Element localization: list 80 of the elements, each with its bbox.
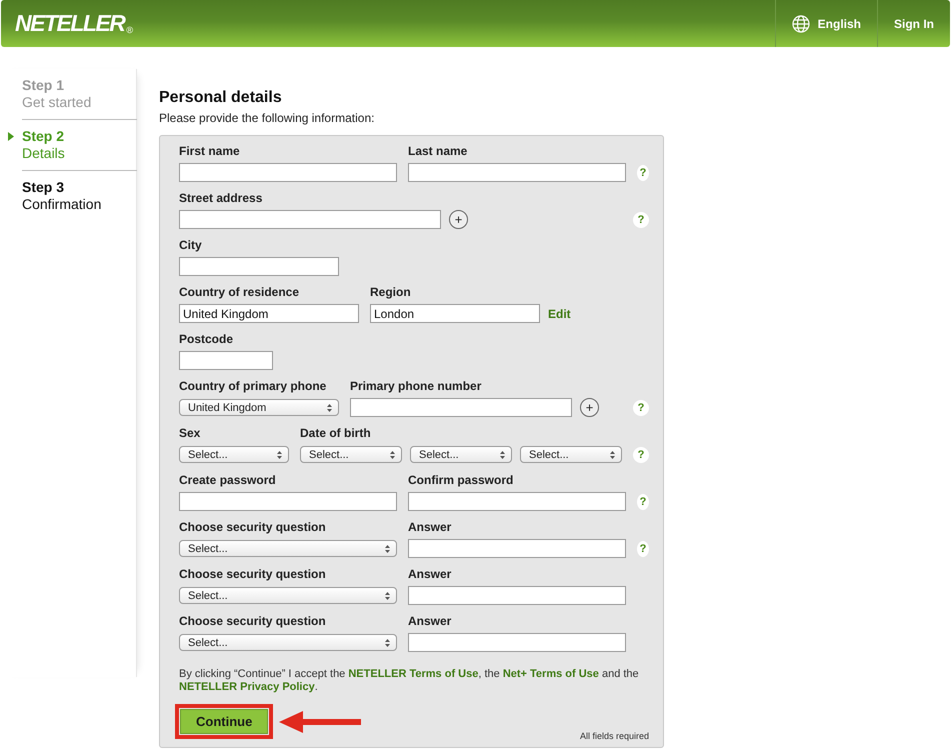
select-dropdown[interactable]: Select... — [520, 446, 622, 463]
field-label: Answer — [408, 520, 452, 534]
field-label: Confirm password — [408, 473, 514, 487]
select-dropdown[interactable]: United Kingdom — [179, 399, 339, 416]
field-label: Create password — [179, 473, 277, 487]
help-icon[interactable]: ? — [637, 165, 649, 181]
field-label: Region — [370, 285, 412, 299]
text-field[interactable] — [408, 163, 626, 182]
updown-arrows-icon — [500, 450, 505, 458]
text-field[interactable] — [408, 492, 626, 511]
field-label: Postcode — [179, 332, 234, 346]
text-field[interactable] — [350, 398, 572, 417]
field-label: Answer — [408, 567, 452, 581]
text-field[interactable]: London — [370, 304, 540, 323]
updown-arrows-icon — [277, 450, 282, 458]
select-dropdown[interactable]: Select... — [179, 540, 397, 557]
field-label: Last name — [408, 144, 468, 158]
text-field[interactable] — [179, 492, 397, 511]
help-icon[interactable]: ? — [637, 541, 649, 557]
step-number: Step 3 — [22, 179, 66, 196]
updown-arrows-icon — [390, 450, 395, 458]
select-dropdown[interactable]: Select... — [410, 446, 512, 463]
select-dropdown[interactable]: Select... — [300, 446, 402, 463]
intro-text: Please provide the following information: — [159, 111, 376, 125]
logo: NETELLER — [15, 10, 124, 37]
terms-link[interactable]: NETELLER Privacy Policy — [179, 681, 315, 693]
text-field[interactable] — [408, 586, 626, 605]
help-icon[interactable]: ? — [633, 212, 649, 228]
field-label: Choose security question — [179, 567, 327, 581]
globe-icon — [792, 14, 810, 32]
field-label: First name — [179, 144, 241, 158]
language-button[interactable]: English — [774, 0, 877, 47]
text-field[interactable] — [179, 351, 273, 370]
edit-link[interactable]: Edit — [548, 306, 571, 320]
sign-in-button[interactable]: Sign In — [877, 0, 950, 47]
help-icon[interactable]: ? — [633, 447, 649, 463]
field-label: Country of residence — [179, 285, 300, 299]
help-icon[interactable]: ? — [637, 494, 649, 510]
select-dropdown[interactable]: Select... — [179, 634, 397, 651]
text-field[interactable] — [408, 539, 626, 558]
add-button[interactable]: + — [580, 398, 599, 417]
step-number: Step 1 — [22, 77, 66, 94]
field-label: Primary phone number — [350, 379, 482, 393]
step-name: Get started — [22, 94, 92, 111]
arrow-icon — [279, 708, 362, 734]
updown-arrows-icon — [385, 544, 390, 552]
field-label: Answer — [408, 614, 452, 628]
select-dropdown[interactable]: Select... — [179, 446, 289, 463]
field-label: Sex — [179, 426, 202, 440]
required-note: All fields required — [580, 731, 649, 741]
text-field[interactable] — [408, 633, 626, 652]
continue-button[interactable]: Continue — [180, 709, 268, 734]
field-label: Choose security question — [179, 520, 327, 534]
step-number: Step 2 — [22, 128, 66, 145]
text-field[interactable] — [179, 210, 441, 229]
text-field[interactable]: United Kingdom — [179, 304, 359, 323]
page-title: Personal details — [159, 89, 283, 107]
updown-arrows-icon — [385, 592, 390, 600]
terms-link[interactable]: Net+ Terms of Use — [502, 668, 599, 680]
updown-arrows-icon — [385, 638, 390, 646]
terms-link[interactable]: NETELLER Terms of Use — [348, 668, 478, 680]
select-dropdown[interactable]: Select... — [179, 587, 397, 604]
caret-icon — [8, 132, 14, 141]
field-label: Choose security question — [179, 614, 327, 628]
field-label: Street address — [179, 191, 264, 205]
text-field[interactable] — [179, 257, 339, 276]
add-button[interactable]: + — [449, 210, 468, 229]
field-label: Country of primary phone — [179, 379, 328, 393]
help-icon[interactable]: ? — [633, 400, 649, 416]
terms-text: By clicking “Continue” I accept the NETELLER Terms of Use, the Net+ Terms of Use and the NETELLER Privacy Policy. — [179, 668, 640, 694]
updown-arrows-icon — [610, 450, 615, 458]
registered-mark: ® — [126, 25, 134, 35]
updown-arrows-icon — [327, 404, 332, 412]
step-item[interactable]: Step 2 Details — [22, 120, 137, 171]
step-name: Confirmation — [22, 196, 102, 213]
step-item[interactable]: Step 3 Confirmation — [22, 171, 137, 221]
text-field[interactable] — [179, 163, 397, 182]
field-label: City — [179, 238, 203, 252]
field-label: Date of birth — [300, 426, 372, 440]
step-name: Details — [22, 145, 66, 162]
